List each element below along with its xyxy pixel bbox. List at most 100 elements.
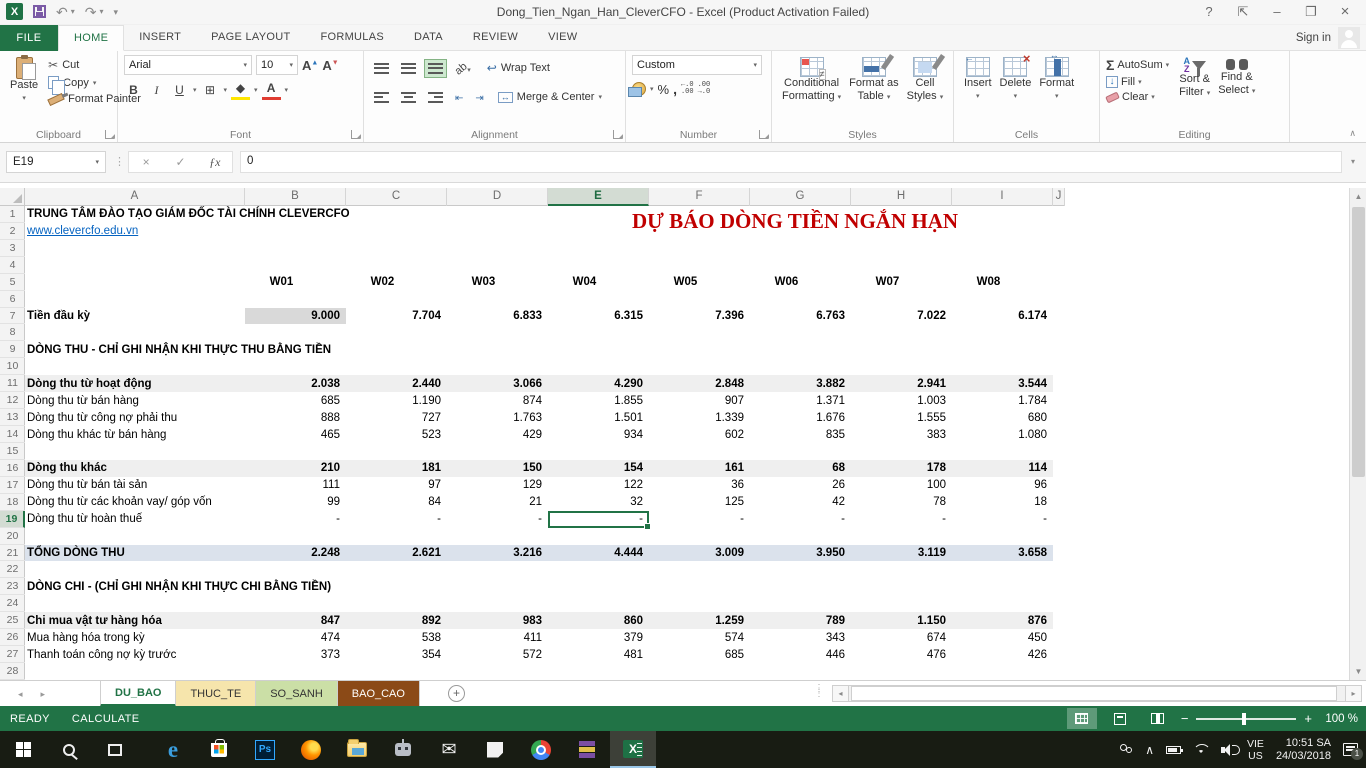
cell-C5[interactable]: W02 [346, 274, 447, 291]
tab-split-handle[interactable]: ⋮⋮ [814, 686, 824, 696]
tab-review[interactable]: REVIEW [458, 25, 533, 51]
cell-I19[interactable]: - [952, 511, 1053, 528]
cell-G12[interactable]: 1.371 [750, 392, 851, 409]
increase-indent-button[interactable]: ⇥ [471, 84, 487, 110]
insert-function-icon[interactable]: ƒx [198, 155, 232, 170]
horizontal-scroll-thumb[interactable] [851, 686, 1337, 701]
scroll-down-icon[interactable]: ▼ [1350, 663, 1366, 680]
cell-B12[interactable]: 685 [245, 392, 346, 409]
cell-F25[interactable]: 1.259 [649, 612, 750, 629]
cell-A2[interactable]: www.clevercfo.edu.vn [27, 223, 647, 240]
chrome-taskbar-button[interactable] [518, 731, 564, 768]
cell-E5[interactable]: W04 [548, 274, 649, 291]
font-name-combo[interactable]: Arial▾ [124, 55, 252, 75]
search-button[interactable] [46, 731, 92, 768]
cell-F7[interactable]: 7.396 [649, 308, 750, 325]
photoshop-taskbar-button[interactable]: Ps [242, 731, 288, 768]
zoom-slider-thumb[interactable] [1242, 713, 1246, 725]
expand-formula-bar-icon[interactable]: ▾ [1344, 151, 1362, 173]
row-header-14[interactable]: 14 [0, 426, 25, 443]
cell-F27[interactable]: 685 [649, 646, 750, 663]
cell-G26[interactable]: 343 [750, 629, 851, 646]
cell-C16[interactable]: 181 [346, 460, 447, 477]
task-view-button[interactable] [92, 731, 138, 768]
decrease-decimal-button[interactable]: .00→.0 [698, 82, 711, 96]
clock[interactable]: 10:51 SA24/03/2018 [1276, 737, 1331, 763]
row-header-3[interactable]: 3 [0, 240, 25, 257]
cell-B5[interactable]: W01 [245, 274, 346, 291]
page-layout-view-button[interactable] [1105, 708, 1135, 729]
cell-H5[interactable]: W07 [851, 274, 952, 291]
cell-F5[interactable]: W05 [649, 274, 750, 291]
cell-I12[interactable]: 1.784 [952, 392, 1053, 409]
row-header-9[interactable]: 9 [0, 341, 25, 358]
cell-D17[interactable]: 129 [447, 477, 548, 494]
formula-input[interactable]: 0 [240, 151, 1342, 173]
winrar-taskbar-button[interactable] [564, 731, 610, 768]
cell-C26[interactable]: 538 [346, 629, 447, 646]
notes-app-taskbar-button[interactable] [472, 731, 518, 768]
zoom-level[interactable]: 100 % [1320, 713, 1358, 725]
cell-E19[interactable]: - [548, 511, 649, 528]
cell-H7[interactable]: 7.022 [851, 308, 952, 325]
percent-style-button[interactable]: % [658, 82, 670, 97]
find-select-button[interactable]: Find &Select ▾ [1214, 55, 1259, 126]
align-right-button[interactable] [424, 88, 447, 107]
cell-G16[interactable]: 68 [750, 460, 851, 477]
cell-F26[interactable]: 574 [649, 629, 750, 646]
sheet-tab-du_bao[interactable]: DU_BAO [100, 681, 176, 707]
scroll-left-icon[interactable]: ◂ [832, 685, 849, 702]
cell-B16[interactable]: 210 [245, 460, 346, 477]
cell-B7[interactable]: 9.000 [245, 308, 346, 325]
tab-home[interactable]: HOME [58, 25, 124, 51]
align-center-button[interactable] [397, 88, 420, 107]
sheet-tab-thuc_te[interactable]: THUC_TE [176, 681, 256, 707]
calculate-indicator[interactable]: CALCULATE [72, 713, 140, 725]
cell-C19[interactable]: - [346, 511, 447, 528]
row-header-10[interactable]: 10 [0, 358, 25, 375]
close-button[interactable]: × [1328, 0, 1362, 24]
cell-G13[interactable]: 1.676 [750, 409, 851, 426]
cell-I21[interactable]: 3.658 [952, 545, 1053, 562]
cell-F19[interactable]: - [649, 511, 750, 528]
row-header-19[interactable]: 19 [0, 511, 25, 528]
restore-button[interactable]: ❐ [1294, 0, 1328, 24]
scroll-up-icon[interactable]: ▲ [1350, 188, 1366, 205]
cell-H25[interactable]: 1.150 [851, 612, 952, 629]
zoom-slider[interactable] [1196, 718, 1296, 720]
cell-I5[interactable]: W08 [952, 274, 1053, 291]
column-header-J[interactable]: J [1053, 188, 1065, 206]
cell-I27[interactable]: 426 [952, 646, 1053, 663]
borders-button[interactable]: ⊞ [201, 80, 220, 100]
tab-formulas[interactable]: FORMULAS [305, 25, 399, 51]
row-header-2[interactable]: 2 [0, 223, 25, 240]
row-header-1[interactable]: 1 [0, 206, 25, 223]
accounting-format-icon[interactable] [632, 82, 646, 96]
zoom-out-button[interactable]: − [1181, 711, 1189, 726]
cell-B14[interactable]: 465 [245, 426, 346, 443]
cell-H14[interactable]: 383 [851, 426, 952, 443]
delete-cells-button[interactable]: Delete▾ [996, 55, 1036, 126]
format-cells-button[interactable]: Format▾ [1035, 55, 1078, 126]
horizontal-scrollbar[interactable]: ◂ ▸ [832, 685, 1362, 702]
cell-H12[interactable]: 1.003 [851, 392, 952, 409]
cell-B13[interactable]: 888 [245, 409, 346, 426]
cell-F12[interactable]: 907 [649, 392, 750, 409]
prev-sheet-icon[interactable]: ◂ [18, 689, 23, 700]
row-header-15[interactable]: 15 [0, 443, 25, 460]
grow-font-button[interactable]: A▲ [302, 58, 318, 73]
tab-view[interactable]: VIEW [533, 25, 592, 51]
column-header-C[interactable]: C [346, 188, 447, 206]
conditional-formatting-button[interactable]: ConditionalFormatting ▾ [778, 55, 845, 106]
cell-C11[interactable]: 2.440 [346, 375, 447, 392]
column-header-A[interactable]: A [25, 188, 245, 206]
row-header-6[interactable]: 6 [0, 291, 25, 308]
column-header-H[interactable]: H [851, 188, 952, 206]
action-center-icon[interactable]: 1 [1343, 743, 1358, 756]
cell-G14[interactable]: 835 [750, 426, 851, 443]
row-header-16[interactable]: 16 [0, 460, 25, 477]
excel-taskbar-button[interactable]: X [610, 731, 656, 768]
name-box[interactable]: E19▾ [6, 151, 106, 173]
cell-G17[interactable]: 26 [750, 477, 851, 494]
number-dialog-launcher-icon[interactable] [759, 130, 768, 139]
